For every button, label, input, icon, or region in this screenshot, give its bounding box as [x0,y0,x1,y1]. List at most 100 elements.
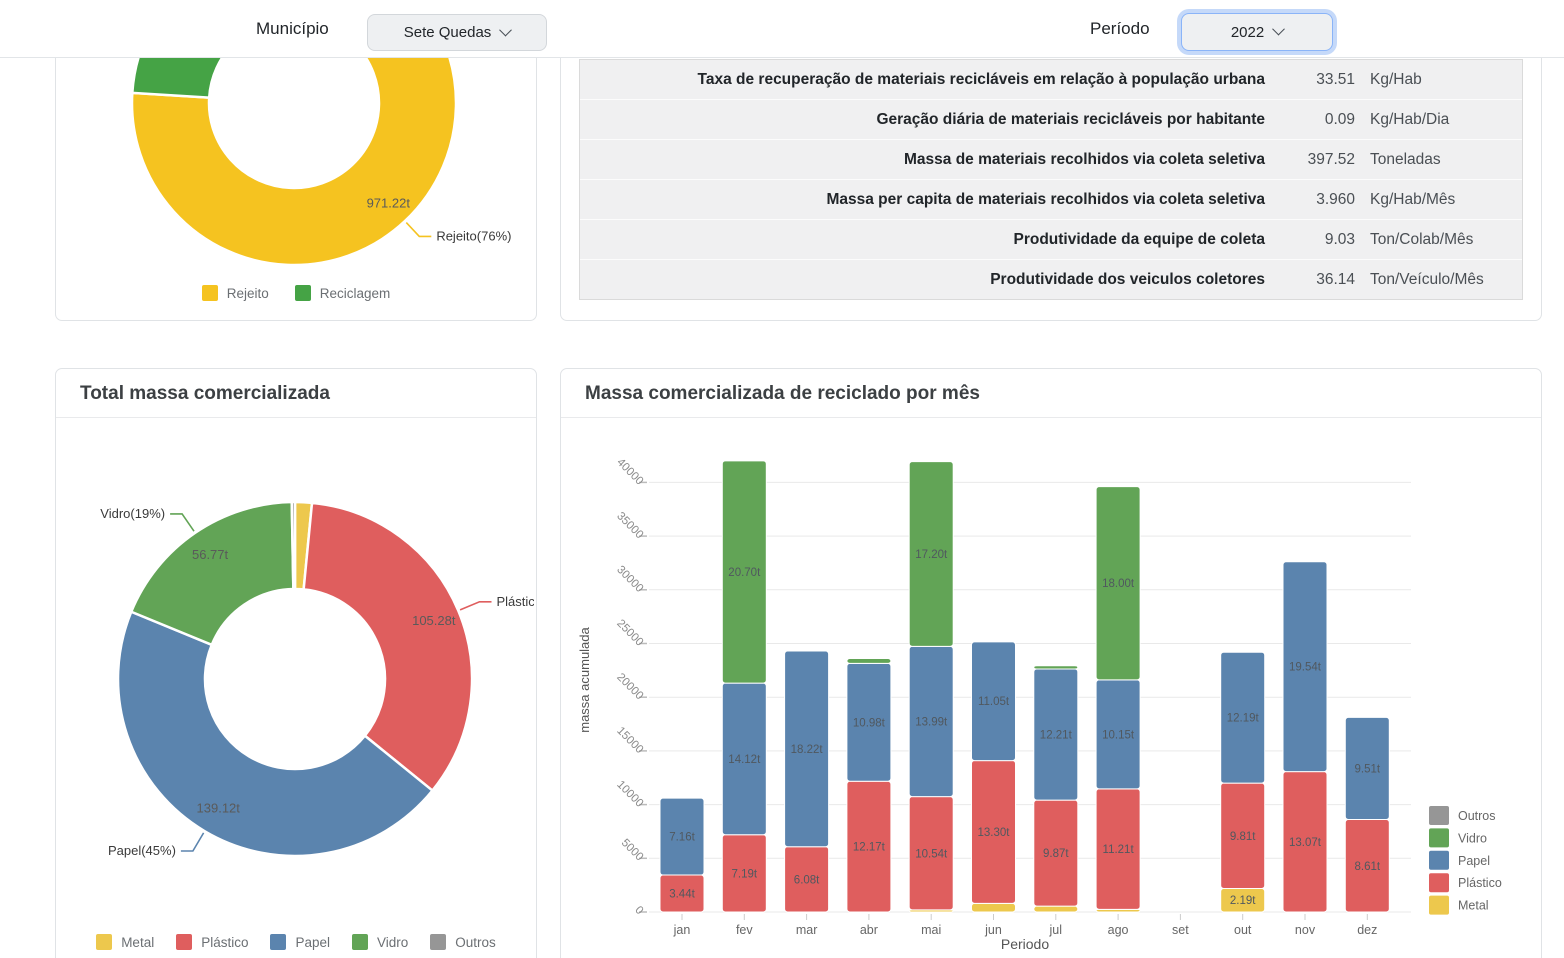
legend-item-papel[interactable]: Papel [270,934,330,950]
y-tick-label: 30000 [614,564,645,595]
legend-item-metal[interactable]: Metal [96,934,154,950]
legend-label: Vidro [377,935,408,950]
pie-outside-label: Plástico(34%) [497,594,534,609]
legend-label: Outros [455,935,496,950]
indicator-label: Taxa de recuperação de materiais reciclá… [580,71,1291,89]
bar-segment-label: 13.30t [978,827,1011,839]
indicator-value: 36.14 [1291,271,1355,289]
indicator-value: 397.52 [1291,151,1355,169]
x-tick-label: dez [1357,923,1377,937]
pie-outside-label: Vidro(19%) [100,506,165,521]
bar-segment-label: 2.19t [1230,895,1256,907]
legend-label: Metal [121,935,154,950]
x-tick-label: ago [1108,923,1129,937]
pie-slice-outros[interactable] [292,502,295,589]
y-tick-label: 5000 [619,837,646,864]
bar-segment-label: 11.05t [978,696,1010,708]
indicator-label: Geração diária de materiais recicláveis … [580,111,1291,129]
x-tick-label: set [1172,923,1189,937]
indicator-unit: Toneladas [1355,151,1522,169]
bar-segment-label: 7.16t [669,832,695,844]
indicator-value: 3.960 [1291,191,1355,209]
monthly-stacked-bar-chart: 0500010000150002000025000300003500040000… [561,418,1539,958]
bar-segment-label: 10.54t [915,848,948,860]
dashboard-root: { "topbar": { "municipio_label": "Municí… [0,0,1564,958]
bar-segment-metal-jul[interactable] [1034,906,1078,912]
bar-segment-label: 9.81t [1230,831,1256,843]
bar-segment-label: 10.98t [853,717,886,729]
indicator-value: 0.09 [1291,111,1355,129]
pie-outside-label: Rejeito(76%) [436,228,511,243]
total-mass-card-title: Total massa comercializada [56,369,536,418]
indicator-unit: Ton/Colab/Mês [1355,231,1522,249]
materials-donut-chart: 105.28tPlástico(34%)139.12tPapel(45%)56.… [56,418,534,928]
x-tick-label: fev [736,923,753,937]
legend-item-reciclagem[interactable]: Reciclagem [295,285,391,301]
bar-segment-label: 19.54t [1289,662,1322,674]
indicator-row: Massa de materiais recolhidos via coleta… [580,140,1522,180]
legend-label: Vidro [1458,831,1487,845]
legend-swatch [96,934,112,950]
indicator-label: Massa per capita de materiais recolhidos… [580,191,1291,209]
legend-item-plástico[interactable]: Plástico [176,934,248,950]
periodo-select[interactable]: 2022 [1181,13,1333,51]
bar-segment-label: 9.51t [1355,763,1381,775]
legend-swatch [202,285,218,301]
x-axis-title: Periodo [1001,936,1049,952]
x-tick-label: nov [1295,923,1316,937]
bar-legend-item-vidro[interactable]: Vidro [1429,828,1487,847]
indicator-row: Geração diária de materiais recicláveis … [580,100,1522,140]
indicator-label: Produtividade da equipe de coleta [580,231,1291,249]
periodo-label: Período [1090,0,1150,57]
bar-segment-label: 6.08t [794,874,820,886]
bar-segment-label: 11.21t [1103,844,1135,856]
y-tick-label: 10000 [614,779,645,810]
x-tick-label: mar [796,923,818,937]
pie-label-connector [460,602,491,610]
legend-swatch [1429,828,1449,847]
legend-label: Plástico [1458,876,1502,890]
recycling-share-card: 971.22t Rejeito(76%) Rejeito Reciclagem [55,57,537,321]
legend-swatch [1429,806,1449,825]
pie-slice-plástico[interactable] [304,503,472,791]
monthly-mass-card: Massa comercializada de reciclado por mê… [560,368,1542,958]
periodo-select-value: 2022 [1231,24,1264,41]
pie-inside-label: 139.12t [197,800,241,815]
bar-segment-label: 12.17t [853,842,886,854]
indicator-row: Produtividade dos veiculos coletores36.1… [580,260,1522,299]
legend-item-outros[interactable]: Outros [430,934,496,950]
bar-legend-item-outros[interactable]: Outros [1429,806,1496,825]
bar-segment-label: 17.20t [915,549,948,561]
indicator-label: Produtividade dos veiculos coletores [580,271,1291,289]
pie-inside-label: 971.22t [367,195,411,210]
bar-segment-vidro-abr[interactable] [847,659,891,664]
y-tick-label: 0 [632,904,645,917]
pie-slice-reciclagem[interactable] [132,57,294,98]
x-tick-label: jan [673,923,691,937]
pie-label-connector [181,833,204,851]
bar-legend-item-metal[interactable]: Metal [1429,896,1489,915]
bar-legend-item-papel[interactable]: Papel [1429,851,1490,870]
legend-swatch [270,934,286,950]
bar-segment-vidro-jul[interactable] [1034,666,1078,669]
legend-item-vidro[interactable]: Vidro [352,934,408,950]
bar-segment-label: 18.22t [791,744,824,756]
bar-segment-label: 9.87t [1043,848,1069,860]
bar-segment-metal-jun[interactable] [972,903,1016,912]
topbar: Município Sete Quedas Período 2022 [0,0,1564,58]
legend-label: Papel [1458,854,1490,868]
rejeito-donut-chart: 971.22t Rejeito(76%) [56,57,534,281]
legend-label: Plástico [201,935,248,950]
pie-inside-label: 105.28t [412,613,456,628]
x-tick-label: mai [921,923,941,937]
indicator-value: 33.51 [1291,71,1355,89]
rejeito-donut-legend: Rejeito Reciclagem [56,285,536,301]
x-tick-label: out [1234,923,1252,937]
municipio-select[interactable]: Sete Quedas [367,14,547,51]
total-mass-card: Total massa comercializada 105.28t Plásti… [55,368,537,958]
bar-legend-item-plástico[interactable]: Plástico [1429,873,1502,892]
x-tick-label: jul [1049,923,1063,937]
bar-segment-label: 10.15t [1102,729,1135,741]
pie-label-connector [170,514,194,531]
legend-item-rejeito[interactable]: Rejeito [202,285,269,301]
